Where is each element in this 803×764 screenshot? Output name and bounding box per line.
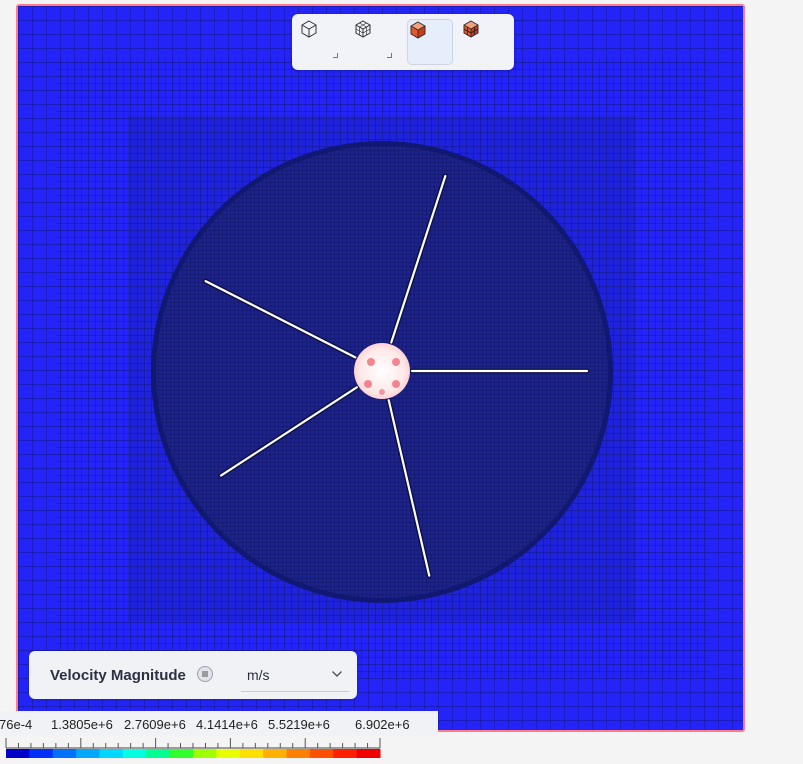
field-selector-panel: Velocity Magnitude m/s xyxy=(29,651,357,699)
menu-lines-icon xyxy=(202,671,208,677)
colorbar-segment xyxy=(52,749,77,758)
colorbar-segment xyxy=(99,749,124,758)
colorbar-segment xyxy=(193,749,217,758)
cube-mesh-icon xyxy=(355,20,371,38)
cube-outline-icon xyxy=(301,20,317,38)
view-mode-toolbar xyxy=(292,14,514,70)
colorbar-segment xyxy=(29,749,54,758)
expand-corner-icon xyxy=(333,53,338,58)
view-surface-button[interactable] xyxy=(407,19,453,65)
colorbar-segment xyxy=(146,749,171,758)
colorbar-segment xyxy=(356,749,381,758)
colorbar-segment xyxy=(333,749,358,758)
cube-solid-icon xyxy=(410,21,426,39)
chevron-down-icon xyxy=(332,671,342,677)
field-menu-button[interactable] xyxy=(197,666,213,682)
colorbar-segment xyxy=(76,749,100,758)
view-mesh-button[interactable] xyxy=(353,19,399,65)
hub-hotspot xyxy=(367,358,375,366)
hub-hotspot xyxy=(392,380,400,388)
colorbar-segment xyxy=(6,749,30,758)
legend-tick-label: 6.902e+6 xyxy=(355,717,410,732)
colorbar-segment xyxy=(122,749,147,758)
expand-corner-icon xyxy=(387,53,392,58)
colorbar-segment xyxy=(286,749,311,758)
legend-tick-label: 1.3805e+6 xyxy=(51,717,113,732)
colorbar-segment xyxy=(216,749,241,758)
view-surface-edges-button[interactable] xyxy=(461,19,507,65)
simulation-viewport[interactable] xyxy=(16,4,745,732)
cube-solid-edges-icon xyxy=(463,20,479,38)
colorbar-scale xyxy=(5,738,381,758)
colorbar xyxy=(0,736,384,764)
view-wireframe-button[interactable] xyxy=(299,19,345,65)
legend-tick-label: 76e-4 xyxy=(0,717,33,732)
hub-hotspot xyxy=(379,389,385,395)
legend-tick-label: 5.5219e+6 xyxy=(268,717,330,732)
colorbar-segment xyxy=(309,749,334,758)
unit-select[interactable]: m/s xyxy=(241,659,349,692)
field-label: Velocity Magnitude xyxy=(50,667,186,684)
mesh-render xyxy=(18,6,743,730)
hub-hotspot xyxy=(364,380,372,388)
colorbar-segment xyxy=(239,749,264,758)
colorbar-segment xyxy=(169,749,194,758)
legend-tick-label: 4.1414e+6 xyxy=(196,717,258,732)
colorbar-segment xyxy=(263,749,287,758)
legend-tick-label: 2.7609e+6 xyxy=(124,717,186,732)
unit-value: m/s xyxy=(247,667,270,683)
hub-hotspot xyxy=(392,358,400,366)
legend-tick-labels: 76e-4 1.3805e+6 2.7609e+6 4.1414e+6 5.52… xyxy=(0,711,438,736)
